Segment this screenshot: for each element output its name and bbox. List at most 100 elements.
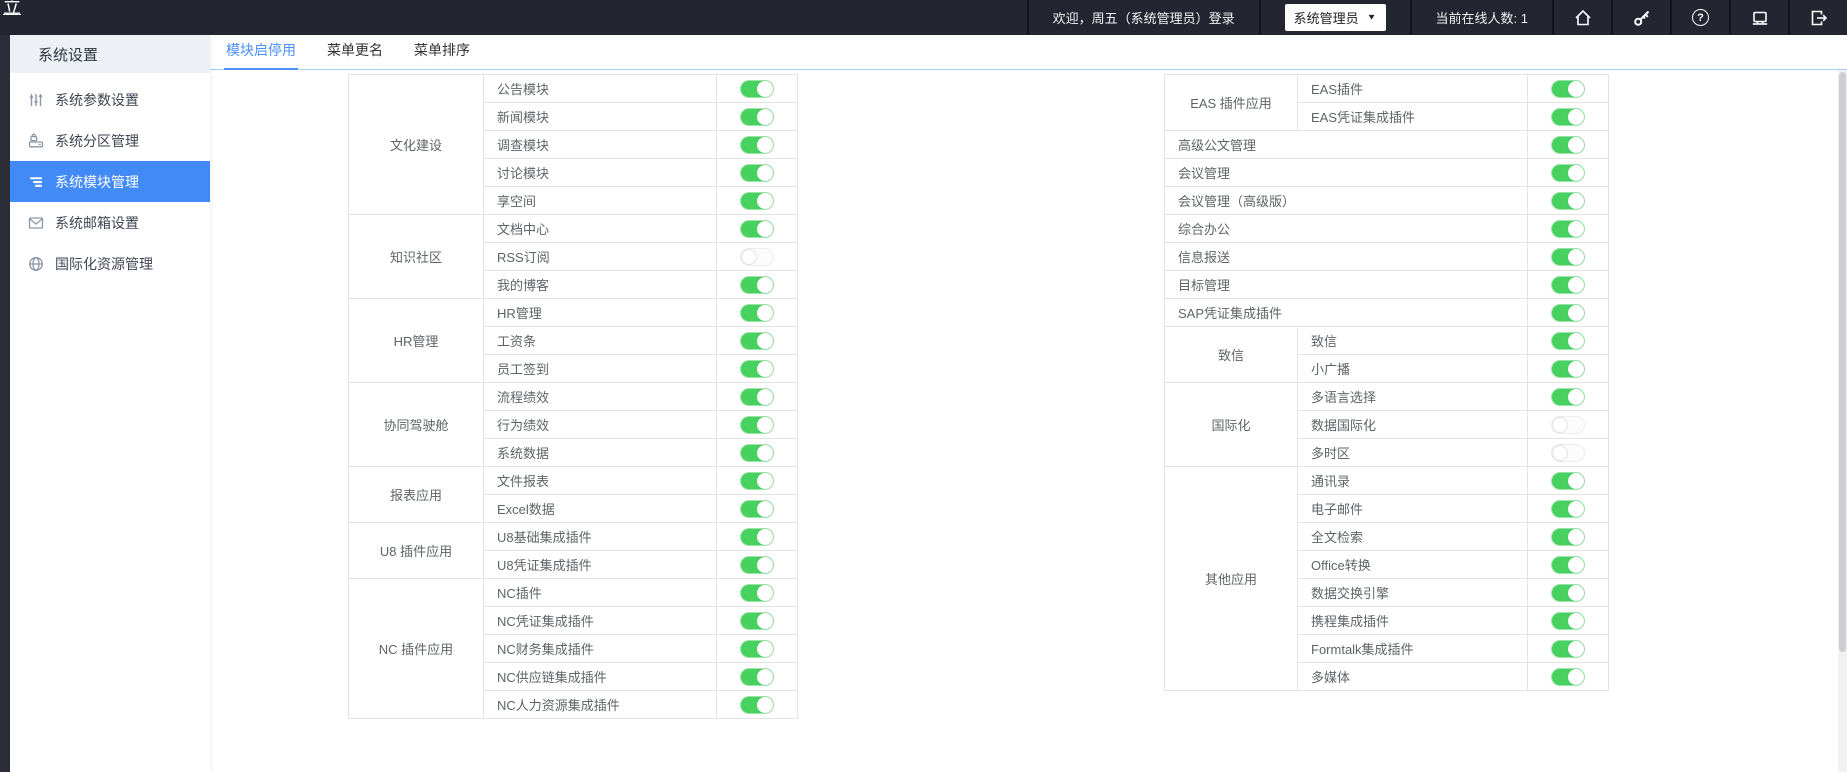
- module-toggle-on[interactable]: [740, 219, 774, 238]
- toggle-cell: [716, 522, 798, 551]
- role-select-value: 系统管理员: [1293, 11, 1359, 26]
- module-name-cell: 小广播: [1297, 354, 1528, 383]
- tab-menu-rename[interactable]: 菜单更名: [325, 40, 385, 69]
- module-toggle-on[interactable]: [1551, 79, 1585, 98]
- help-button[interactable]: ?: [1672, 0, 1729, 35]
- module-name-cell: 公告模块: [483, 74, 717, 103]
- toggle-knob: [1568, 556, 1584, 573]
- module-toggle-on[interactable]: [1551, 611, 1585, 630]
- toggle-cell: [1527, 102, 1609, 131]
- module-toggle-on[interactable]: [1551, 555, 1585, 574]
- module-toggle-on[interactable]: [740, 583, 774, 602]
- toggle-knob: [1568, 360, 1584, 377]
- module-toggle-on[interactable]: [740, 135, 774, 154]
- module-toggle-on[interactable]: [740, 415, 774, 434]
- module-toggle-on[interactable]: [1551, 667, 1585, 686]
- module-toggle-on[interactable]: [740, 163, 774, 182]
- toggle-cell: [1527, 382, 1609, 411]
- module-toggle-on[interactable]: [1551, 359, 1585, 378]
- vertical-scrollbar-thumb[interactable]: [1839, 72, 1846, 652]
- toggle-knob: [757, 332, 773, 349]
- sidebar-item-i18n[interactable]: 国际化资源管理: [10, 243, 210, 284]
- toggle-knob: [1568, 136, 1584, 153]
- module-name-cell: 多语言选择: [1297, 382, 1528, 411]
- console-button[interactable]: [1731, 0, 1788, 35]
- module-name-cell: 高级公文管理: [1164, 130, 1528, 159]
- module-toggle-on[interactable]: [1551, 219, 1585, 238]
- role-select[interactable]: 系统管理员 ▼: [1284, 4, 1386, 31]
- module-group-cell: 致信: [1164, 326, 1298, 383]
- module-toggle-on[interactable]: [1551, 499, 1585, 518]
- module-toggle-off[interactable]: [1551, 415, 1585, 434]
- module-toggle-on[interactable]: [740, 695, 774, 714]
- toggle-knob: [757, 584, 773, 601]
- tab-module-toggle[interactable]: 模块启停用: [224, 40, 298, 70]
- toggle-cell: [716, 662, 798, 691]
- module-toggle-on[interactable]: [740, 79, 774, 98]
- module-toggle-on[interactable]: [1551, 191, 1585, 210]
- module-toggle-on[interactable]: [1551, 583, 1585, 602]
- toggle-knob: [757, 612, 773, 629]
- toggle-cell: [1527, 186, 1609, 215]
- module-toggle-on[interactable]: [740, 443, 774, 462]
- module-toggle-on[interactable]: [1551, 247, 1585, 266]
- toggle-knob: [757, 556, 773, 573]
- module-toggle-on[interactable]: [740, 667, 774, 686]
- toggle-cell: [1527, 606, 1609, 635]
- module-name-cell: 数据交换引擎: [1297, 578, 1528, 607]
- module-toggle-on[interactable]: [1551, 135, 1585, 154]
- app-logo[interactable]: 立: [3, 0, 21, 19]
- toggle-cell: [716, 494, 798, 523]
- sidebar-item-mailbox[interactable]: 系统邮箱设置: [10, 202, 210, 243]
- toggle-knob: [1552, 416, 1568, 433]
- toggle-knob: [757, 500, 773, 517]
- module-toggle-on[interactable]: [740, 499, 774, 518]
- module-toggle-off[interactable]: [1551, 443, 1585, 462]
- toggle-cell: [716, 578, 798, 607]
- toggle-knob: [757, 360, 773, 377]
- module-toggle-on[interactable]: [740, 611, 774, 630]
- toggle-cell: [716, 634, 798, 663]
- module-toggle-on[interactable]: [1551, 331, 1585, 350]
- module-toggle-on[interactable]: [740, 359, 774, 378]
- logout-button[interactable]: [1790, 0, 1847, 35]
- module-row: 知识社区 文档中心: [348, 214, 798, 299]
- module-toggle-on[interactable]: [740, 639, 774, 658]
- module-row: HR管理 HR管理: [348, 298, 798, 383]
- toggle-cell: [1527, 578, 1609, 607]
- module-name-cell: 工资条: [483, 326, 717, 355]
- module-toggle-on[interactable]: [740, 387, 774, 406]
- module-toggle-on[interactable]: [1551, 107, 1585, 126]
- module-toggle-on[interactable]: [740, 555, 774, 574]
- sidebar-item-system-params[interactable]: 系统参数设置: [10, 79, 210, 120]
- module-toggle-on[interactable]: [740, 331, 774, 350]
- toggle-cell: [716, 466, 798, 495]
- module-toggle-on[interactable]: [1551, 275, 1585, 294]
- module-toggle-on[interactable]: [740, 303, 774, 322]
- toggle-knob: [757, 164, 773, 181]
- sidebar-item-label: 国际化资源管理: [55, 255, 153, 272]
- module-toggle-on[interactable]: [1551, 471, 1585, 490]
- module-toggle-on[interactable]: [740, 527, 774, 546]
- module-toggle-on[interactable]: [1551, 387, 1585, 406]
- module-toggle-on[interactable]: [1551, 163, 1585, 182]
- sidebar-item-partition[interactable]: 系统分区管理: [10, 120, 210, 161]
- module-toggle-on[interactable]: [740, 275, 774, 294]
- module-group-cell: 文化建设: [348, 74, 484, 215]
- home-button[interactable]: [1554, 0, 1611, 35]
- module-toggle-on[interactable]: [740, 107, 774, 126]
- module-toggle-on[interactable]: [1551, 303, 1585, 322]
- toggle-cell: [1527, 298, 1609, 327]
- tab-bar: 模块启停用 菜单更名 菜单排序: [210, 35, 1847, 70]
- module-name-cell: 新闻模块: [483, 102, 717, 131]
- module-toggle-on[interactable]: [1551, 639, 1585, 658]
- toggle-cell: [716, 382, 798, 411]
- module-toggle-off[interactable]: [740, 247, 774, 266]
- toggle-cell: [716, 410, 798, 439]
- sidebar-item-modules[interactable]: 系统模块管理: [10, 161, 210, 202]
- module-toggle-on[interactable]: [1551, 527, 1585, 546]
- tab-menu-sort[interactable]: 菜单排序: [412, 40, 472, 69]
- module-toggle-on[interactable]: [740, 471, 774, 490]
- module-toggle-on[interactable]: [740, 191, 774, 210]
- password-button[interactable]: [1613, 0, 1670, 35]
